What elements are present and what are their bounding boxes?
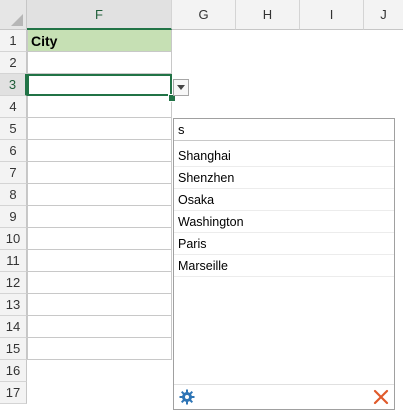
row-header-3[interactable]: 3 [0, 74, 27, 96]
cell-f14[interactable] [27, 316, 172, 338]
dropdown-search-input[interactable] [174, 119, 394, 141]
list-item[interactable]: Washington [174, 211, 394, 233]
row-header-12[interactable]: 12 [0, 272, 27, 294]
cell-dropdown-button[interactable] [173, 79, 189, 96]
cell-f11[interactable] [27, 250, 172, 272]
close-icon[interactable] [373, 389, 389, 405]
column-header-j[interactable]: J [364, 0, 403, 30]
searchable-dropdown-panel: Shanghai Shenzhen Osaka Washington Paris… [173, 118, 395, 410]
cell-f8[interactable] [27, 184, 172, 206]
spreadsheet-grid: F G H I J 1 2 3 4 5 6 7 8 9 10 11 12 13 … [0, 0, 403, 415]
cell-f3-selected[interactable] [27, 74, 172, 96]
cell-f15[interactable] [27, 338, 172, 360]
dropdown-list: Shanghai Shenzhen Osaka Washington Paris… [174, 145, 394, 277]
row-header-7[interactable]: 7 [0, 162, 27, 184]
cell-f7[interactable] [27, 162, 172, 184]
row-header-4[interactable]: 4 [0, 96, 27, 118]
column-header-h[interactable]: H [236, 0, 300, 30]
dropdown-arrow-icon [177, 85, 185, 90]
cell-f13[interactable] [27, 294, 172, 316]
gear-icon[interactable] [179, 389, 195, 405]
cell-f6[interactable] [27, 140, 172, 162]
row-header-5[interactable]: 5 [0, 118, 27, 140]
cell-f4[interactable] [27, 96, 172, 118]
row-header-15[interactable]: 15 [0, 338, 27, 360]
row-header-11[interactable]: 11 [0, 250, 27, 272]
row-header-2[interactable]: 2 [0, 52, 27, 74]
cell-f10[interactable] [27, 228, 172, 250]
column-header-g[interactable]: G [172, 0, 236, 30]
cell-f5[interactable] [27, 118, 172, 140]
column-header-i[interactable]: I [300, 0, 364, 30]
cell-f12[interactable] [27, 272, 172, 294]
row-header-8[interactable]: 8 [0, 184, 27, 206]
cell-f1[interactable]: City [27, 30, 172, 52]
list-item[interactable]: Marseille [174, 255, 394, 277]
column-header-f[interactable]: F [27, 0, 172, 30]
select-all-corner[interactable] [0, 0, 27, 30]
cell-f2[interactable] [27, 52, 172, 74]
row-header-10[interactable]: 10 [0, 228, 27, 250]
row-header-6[interactable]: 6 [0, 140, 27, 162]
row-header-16[interactable]: 16 [0, 360, 27, 382]
cell-f9[interactable] [27, 206, 172, 228]
row-header-14[interactable]: 14 [0, 316, 27, 338]
row-header-1[interactable]: 1 [0, 30, 27, 52]
row-header-9[interactable]: 9 [0, 206, 27, 228]
list-item[interactable]: Shanghai [174, 145, 394, 167]
list-item[interactable]: Shenzhen [174, 167, 394, 189]
row-header-13[interactable]: 13 [0, 294, 27, 316]
list-item[interactable]: Osaka [174, 189, 394, 211]
list-item[interactable]: Paris [174, 233, 394, 255]
row-header-17[interactable]: 17 [0, 382, 27, 404]
panel-footer [174, 384, 394, 409]
